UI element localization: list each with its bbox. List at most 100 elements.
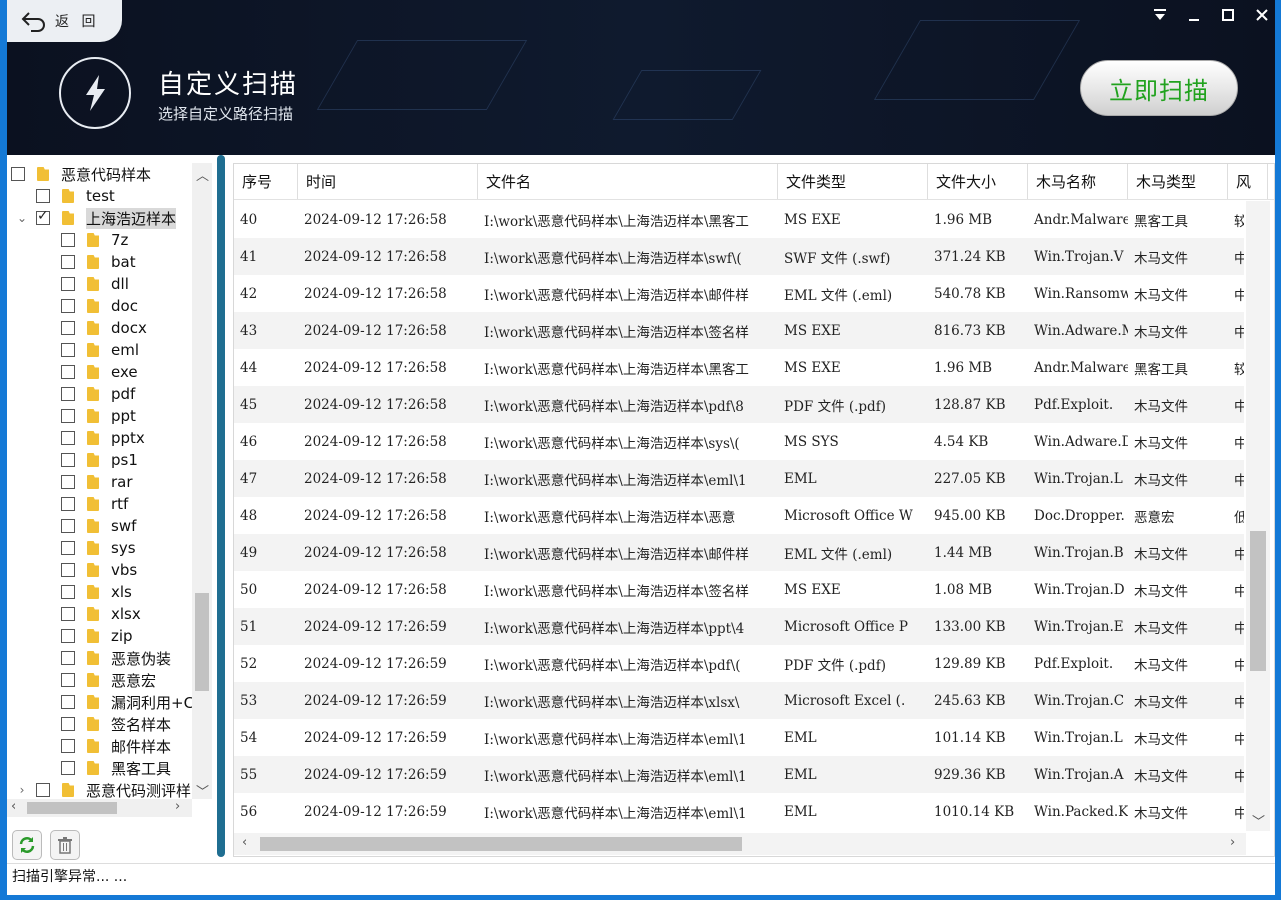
tree-checkbox[interactable] bbox=[61, 761, 75, 775]
chevron-right-icon[interactable]: › bbox=[16, 783, 28, 797]
table-row[interactable]: 41 2024-09-12 17:26:58 I:\work\恶意代码样本\上海浩迈… bbox=[234, 238, 1244, 275]
column-header[interactable]: 序号 bbox=[234, 164, 298, 199]
tree-checkbox[interactable] bbox=[11, 167, 25, 181]
column-header[interactable]: 文件大小 bbox=[928, 164, 1028, 199]
table-row[interactable]: 40 2024-09-12 17:26:58 I:\work\恶意代码样本\上海浩迈… bbox=[234, 201, 1244, 238]
tree-item[interactable]: 黑客工具 bbox=[61, 757, 171, 779]
tree-item[interactable]: eml bbox=[61, 339, 139, 361]
tree-checkbox[interactable] bbox=[61, 343, 75, 357]
tree-checkbox[interactable] bbox=[61, 717, 75, 731]
table-row[interactable]: 47 2024-09-12 17:26:58 I:\work\恶意代码样本\上海浩迈… bbox=[234, 460, 1244, 497]
tree-checkbox[interactable] bbox=[61, 563, 75, 577]
dropdown-menu-icon[interactable] bbox=[1153, 8, 1167, 22]
delete-button[interactable] bbox=[50, 830, 80, 860]
tree-item[interactable]: 签名样本 bbox=[61, 713, 171, 735]
table-hscroll-thumb[interactable] bbox=[260, 837, 742, 851]
tree-item[interactable]: › 恶意代码测评样 bbox=[16, 779, 191, 801]
tree-item[interactable]: sys bbox=[61, 537, 136, 559]
table-row[interactable]: 43 2024-09-12 17:26:58 I:\work\恶意代码样本\上海浩迈… bbox=[234, 312, 1244, 349]
tree-item[interactable]: 漏洞利用+C bbox=[61, 691, 194, 713]
tree-item[interactable]: doc bbox=[61, 295, 138, 317]
tree-checkbox[interactable] bbox=[61, 387, 75, 401]
tree-checkbox[interactable] bbox=[61, 739, 75, 753]
tree-item[interactable]: 恶意宏 bbox=[61, 669, 156, 691]
tree-scroll-thumb[interactable] bbox=[195, 593, 209, 691]
table-row[interactable]: 44 2024-09-12 17:26:58 I:\work\恶意代码样本\上海浩迈… bbox=[234, 349, 1244, 386]
column-header[interactable]: 风 bbox=[1228, 164, 1268, 199]
column-header[interactable]: 文件类型 bbox=[778, 164, 928, 199]
column-header[interactable]: 木马类型 bbox=[1128, 164, 1228, 199]
table-row[interactable]: 48 2024-09-12 17:26:58 I:\work\恶意代码样本\上海浩迈… bbox=[234, 497, 1244, 534]
tree-item[interactable]: vbs bbox=[61, 559, 137, 581]
tree-checkbox[interactable] bbox=[61, 673, 75, 687]
tree-item[interactable]: 恶意代码样本 bbox=[11, 163, 151, 185]
table-row[interactable]: 54 2024-09-12 17:26:59 I:\work\恶意代码样本\上海浩迈… bbox=[234, 719, 1244, 756]
scroll-up-icon[interactable]: ︿ bbox=[196, 165, 209, 184]
tree-checkbox[interactable] bbox=[61, 453, 75, 467]
tree-item[interactable]: test bbox=[36, 185, 115, 207]
scroll-left-icon[interactable]: ‹ bbox=[11, 799, 16, 814]
tree-checkbox[interactable] bbox=[61, 277, 75, 291]
tree-item[interactable]: ppt bbox=[61, 405, 136, 427]
tree-hscroll-thumb[interactable] bbox=[27, 802, 117, 814]
table-horizontal-scrollbar[interactable]: ‹ › bbox=[234, 833, 1246, 855]
column-header[interactable]: 木马名称 bbox=[1028, 164, 1128, 199]
table-row[interactable]: 45 2024-09-12 17:26:58 I:\work\恶意代码样本\上海浩迈… bbox=[234, 386, 1244, 423]
tree-checkbox[interactable] bbox=[61, 585, 75, 599]
tree-item[interactable]: rar bbox=[61, 471, 133, 493]
tree-item[interactable]: swf bbox=[61, 515, 136, 537]
tree-checkbox[interactable] bbox=[61, 651, 75, 665]
tree-item[interactable]: pptx bbox=[61, 427, 145, 449]
table-row[interactable]: 52 2024-09-12 17:26:59 I:\work\恶意代码样本\上海浩迈… bbox=[234, 645, 1244, 682]
tree-checkbox[interactable] bbox=[61, 409, 75, 423]
back-button[interactable]: 返 回 bbox=[7, 0, 122, 42]
scroll-right-icon[interactable]: › bbox=[175, 799, 180, 814]
tree-horizontal-scrollbar[interactable]: ‹ › bbox=[7, 799, 192, 817]
tree-item[interactable]: zip bbox=[61, 625, 133, 647]
tree-vertical-scrollbar[interactable]: ︿ ﹀ bbox=[192, 163, 212, 800]
scroll-down-icon[interactable]: ﹀ bbox=[196, 781, 209, 800]
tree-item[interactable]: 恶意伪装 bbox=[61, 647, 171, 669]
panel-splitter[interactable] bbox=[217, 155, 225, 857]
tree-checkbox[interactable] bbox=[61, 365, 75, 379]
maximize-icon[interactable] bbox=[1221, 8, 1235, 22]
tree-item[interactable]: exe bbox=[61, 361, 138, 383]
table-row[interactable]: 55 2024-09-12 17:26:59 I:\work\恶意代码样本\上海浩迈… bbox=[234, 756, 1244, 793]
table-row[interactable]: 46 2024-09-12 17:26:58 I:\work\恶意代码样本\上海浩迈… bbox=[234, 423, 1244, 460]
table-row[interactable]: 50 2024-09-12 17:26:58 I:\work\恶意代码样本\上海浩迈… bbox=[234, 571, 1244, 608]
table-row[interactable]: 56 2024-09-12 17:26:59 I:\work\恶意代码样本\上海浩迈… bbox=[234, 793, 1244, 830]
tree-item[interactable]: docx bbox=[61, 317, 147, 339]
tree-checkbox[interactable] bbox=[61, 497, 75, 511]
tree-checkbox[interactable] bbox=[61, 629, 75, 643]
tree-item[interactable]: xlsx bbox=[61, 603, 141, 625]
tree-checkbox[interactable] bbox=[36, 189, 50, 203]
close-icon[interactable] bbox=[1255, 8, 1269, 22]
tree-item[interactable]: pdf bbox=[61, 383, 135, 405]
tree-item[interactable]: ps1 bbox=[61, 449, 138, 471]
tree-checkbox[interactable] bbox=[61, 475, 75, 489]
tree-item[interactable]: rtf bbox=[61, 493, 128, 515]
tree-checkbox[interactable] bbox=[61, 321, 75, 335]
column-header[interactable]: 文件名 bbox=[478, 164, 778, 199]
table-row[interactable]: 42 2024-09-12 17:26:58 I:\work\恶意代码样本\上海浩迈… bbox=[234, 275, 1244, 312]
tree-checkbox[interactable] bbox=[61, 233, 75, 247]
refresh-button[interactable] bbox=[12, 830, 42, 860]
table-row[interactable]: 51 2024-09-12 17:26:59 I:\work\恶意代码样本\上海浩迈… bbox=[234, 608, 1244, 645]
minimize-icon[interactable] bbox=[1187, 8, 1201, 22]
table-row[interactable]: 53 2024-09-12 17:26:59 I:\work\恶意代码样本\上海浩迈… bbox=[234, 682, 1244, 719]
scroll-right-icon[interactable]: › bbox=[1230, 835, 1235, 850]
tree-item[interactable]: 邮件样本 bbox=[61, 735, 171, 757]
tree-checkbox[interactable] bbox=[61, 607, 75, 621]
tree-checkbox[interactable] bbox=[61, 255, 75, 269]
tree-checkbox[interactable] bbox=[36, 208, 50, 225]
scan-now-button[interactable]: 立即扫描 bbox=[1080, 60, 1238, 116]
table-vertical-scrollbar[interactable]: ﹀ bbox=[1246, 201, 1270, 831]
tree-item[interactable]: ⌄ 上海浩迈样本 bbox=[16, 207, 177, 229]
table-row[interactable]: 49 2024-09-12 17:26:58 I:\work\恶意代码样本\上海浩迈… bbox=[234, 534, 1244, 571]
tree-checkbox[interactable] bbox=[61, 519, 75, 533]
tree-checkbox[interactable] bbox=[61, 299, 75, 313]
tree-item[interactable]: 7z bbox=[61, 229, 128, 251]
tree-item[interactable]: dll bbox=[61, 273, 129, 295]
tree-item[interactable]: xls bbox=[61, 581, 132, 603]
column-header[interactable]: 时间 bbox=[298, 164, 478, 199]
